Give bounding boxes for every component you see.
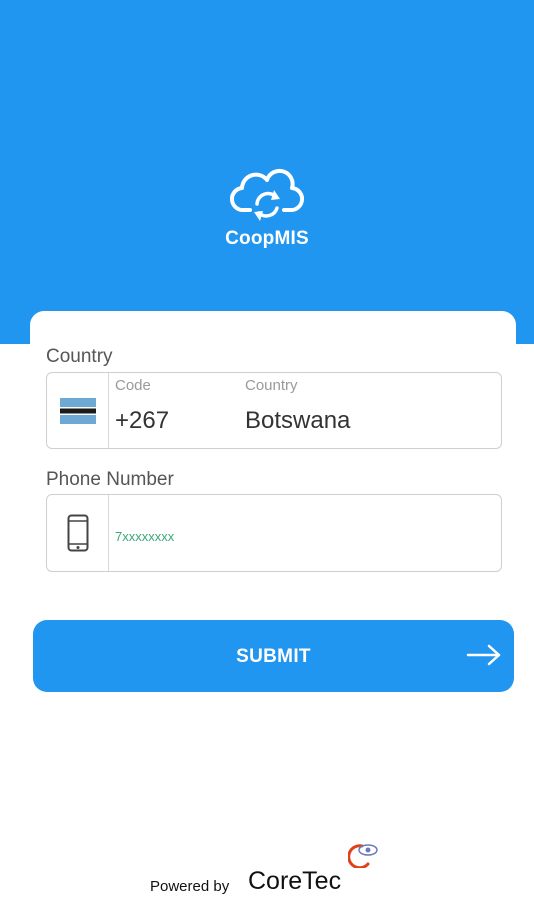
- country-name-label: Country: [245, 377, 298, 394]
- phone-field: [46, 494, 502, 572]
- submit-button[interactable]: SUBMIT: [33, 620, 514, 692]
- country-code-value: +267: [115, 407, 170, 434]
- botswana-flag-icon: [59, 397, 96, 424]
- app-brand-name: CoopMIS: [225, 228, 309, 249]
- coretec-logo-icon: [348, 844, 378, 868]
- phone-section-label: Phone Number: [46, 469, 174, 490]
- flag-cell: [47, 373, 109, 448]
- phone-icon-cell: [47, 495, 109, 571]
- footer: Powered by CoreTec: [150, 840, 390, 900]
- cloud-sync-icon: [230, 168, 304, 221]
- submit-button-label: SUBMIT: [236, 646, 311, 667]
- country-picker[interactable]: Code +267 Country Botswana: [46, 372, 502, 449]
- company-name: CoreTec: [248, 867, 342, 895]
- powered-by-text: Powered by: [150, 878, 230, 895]
- code-label: Code: [115, 377, 151, 394]
- arrow-right-icon: [466, 644, 501, 666]
- mobile-phone-icon: [67, 514, 88, 552]
- app-logo: CoopMIS: [0, 166, 534, 250]
- country-section-label: Country: [46, 346, 113, 367]
- phone-number-input[interactable]: [109, 495, 501, 571]
- country-name-value: Botswana: [245, 407, 351, 434]
